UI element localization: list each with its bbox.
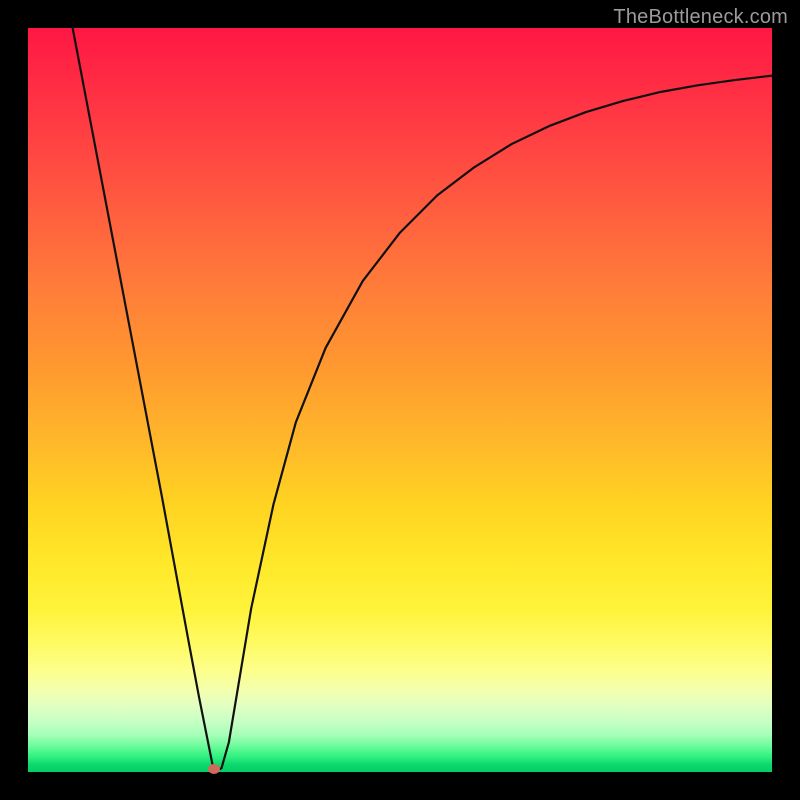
chart-frame: TheBottleneck.com bbox=[0, 0, 800, 800]
bottleneck-curve bbox=[28, 28, 772, 772]
optimum-marker bbox=[208, 764, 220, 774]
curve-path bbox=[73, 28, 772, 772]
plot-area bbox=[28, 28, 772, 772]
watermark-text: TheBottleneck.com bbox=[613, 6, 788, 29]
